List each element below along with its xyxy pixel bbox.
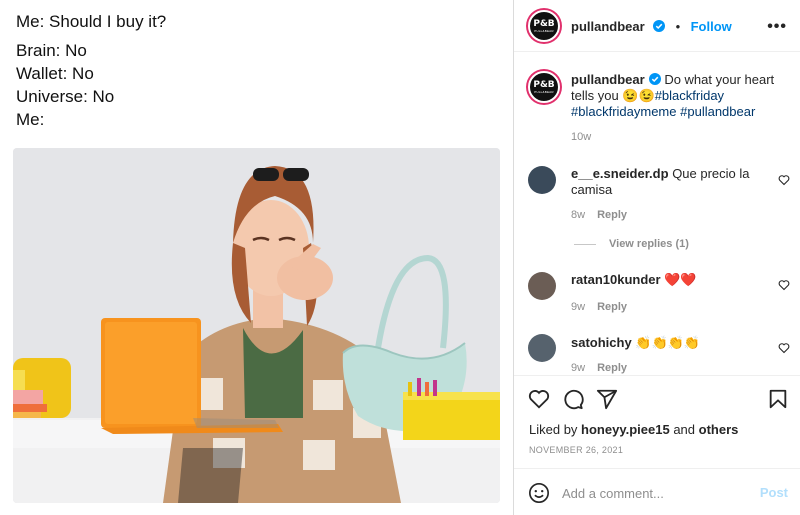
like-heart-icon[interactable] xyxy=(528,388,550,410)
add-comment-bar: Post xyxy=(514,468,800,515)
commenter-avatar[interactable] xyxy=(528,334,556,362)
meme-line: Me: Should I buy it? xyxy=(16,12,167,31)
save-bookmark-icon[interactable] xyxy=(767,388,789,410)
comment-bubble-icon[interactable] xyxy=(562,388,584,410)
comment-username[interactable]: ratan10kunder xyxy=(571,272,661,287)
like-comment-heart-icon[interactable] xyxy=(778,174,790,186)
post-header: P&B PULL&BEAR pullandbear • Follow ••• xyxy=(514,0,800,52)
comment-age: 9w xyxy=(571,362,586,374)
hashtag-link[interactable]: #blackfridaymeme xyxy=(571,104,677,119)
meme-line: Universe: No xyxy=(16,87,115,106)
reply-button[interactable]: Reply xyxy=(597,301,627,313)
comment-username[interactable]: satohichy xyxy=(571,335,632,350)
view-replies-button[interactable]: View replies (1) xyxy=(609,238,689,250)
commenter-avatar[interactable] xyxy=(528,166,556,194)
post-date: NOVEMBER 26, 2021 xyxy=(529,445,624,455)
share-paper-plane-icon[interactable] xyxy=(596,388,618,410)
liked-by-others[interactable]: others xyxy=(699,422,739,437)
caption-text: pullandbear Do what your heart tells you… xyxy=(571,72,781,120)
brand-logo-text: P&B xyxy=(533,79,555,90)
like-comment-heart-icon[interactable] xyxy=(778,342,790,354)
like-comment-heart-icon[interactable] xyxy=(778,279,790,291)
hashtag-link[interactable]: #pullandbear xyxy=(680,104,755,119)
more-options-icon[interactable]: ••• xyxy=(767,18,787,36)
header-user-line: pullandbear • Follow xyxy=(571,18,732,36)
comment-text: satohichy 👏👏👏👏 xyxy=(571,335,771,351)
comment-age: 8w xyxy=(571,209,586,221)
caption-age: 10w xyxy=(571,131,592,143)
brand-logo-subtext: PULL&BEAR xyxy=(534,28,554,33)
reply-button[interactable]: Reply xyxy=(597,209,627,221)
commenter-avatar[interactable] xyxy=(528,272,556,300)
header-separator: • xyxy=(675,19,681,34)
comment-meta: 8w Reply xyxy=(571,209,627,221)
comment-age: 9w xyxy=(571,301,586,313)
verified-badge-icon xyxy=(648,73,661,85)
replies-divider xyxy=(574,244,596,245)
liked-by-and: and xyxy=(673,422,696,437)
comments-list[interactable]: P&B PULL&BEAR pullandbear Do what your h… xyxy=(514,53,800,375)
post-actions: Liked by honeyy.piee15 and others NOVEMB… xyxy=(514,375,800,515)
caption-username[interactable]: pullandbear xyxy=(571,72,645,87)
liked-by-user[interactable]: honeyy.piee15 xyxy=(581,422,670,437)
liked-by-prefix: Liked by xyxy=(529,422,578,437)
brand-logo-subtext: PULL&BEAR xyxy=(534,89,554,94)
comment-meta: 9w Reply xyxy=(571,301,627,313)
brand-avatar[interactable]: P&B PULL&BEAR xyxy=(528,10,560,42)
emoji-icon[interactable] xyxy=(528,482,550,504)
verified-badge-icon xyxy=(653,20,666,32)
meme-line: Brain: No xyxy=(16,41,87,60)
photo-illustration xyxy=(13,148,500,503)
comment-input[interactable] xyxy=(562,483,742,503)
post-comment-button[interactable]: Post xyxy=(760,485,788,500)
comment-body: 👏👏👏👏 xyxy=(635,335,701,350)
meme-line: Wallet: No xyxy=(16,64,94,83)
comment-text: e__e.sneider.dp Que precio la camisa xyxy=(571,166,771,198)
comment-meta: 9w Reply xyxy=(571,362,627,374)
meme-line: Me: xyxy=(16,110,45,129)
post-media: Me: Should I buy it? Brain: No Wallet: N… xyxy=(0,0,513,515)
header-username[interactable]: pullandbear xyxy=(571,19,645,34)
post-details-panel: P&B PULL&BEAR pullandbear • Follow ••• P… xyxy=(513,0,800,515)
brand-logo-text: P&B xyxy=(533,18,555,29)
comment-username[interactable]: e__e.sneider.dp xyxy=(571,166,669,181)
post-photo[interactable] xyxy=(13,148,500,503)
comment-text: ratan10kunder ❤️❤️ xyxy=(571,272,771,288)
hashtag-link[interactable]: #blackfriday xyxy=(655,88,724,103)
caption-avatar[interactable]: P&B PULL&BEAR xyxy=(528,71,560,103)
reply-button[interactable]: Reply xyxy=(597,362,627,374)
follow-button[interactable]: Follow xyxy=(691,19,732,34)
comment-body: ❤️❤️ xyxy=(664,272,697,287)
likes-summary: Liked by honeyy.piee15 and others xyxy=(529,422,738,437)
meme-caption-text: Me: Should I buy it? Brain: No Wallet: N… xyxy=(16,10,166,131)
